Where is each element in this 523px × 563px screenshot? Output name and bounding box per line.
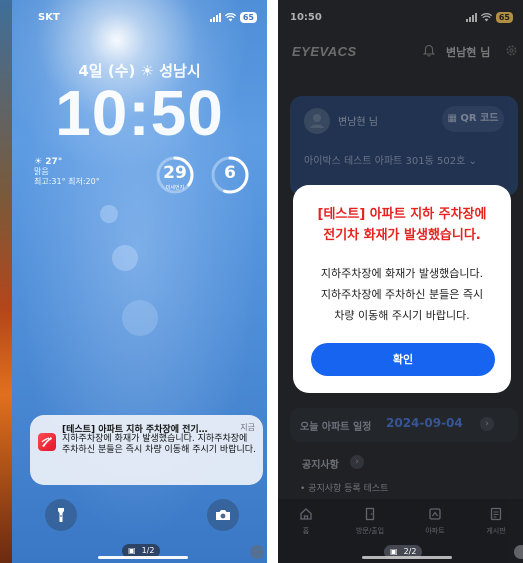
board-icon (490, 507, 502, 521)
lock-time: 10:50 (55, 77, 224, 149)
confirm-button[interactable]: 확인 (311, 343, 495, 376)
fire-alert-modal: [테스트] 아파트 지하 주차장에 전기차 화재가 발생했습니다. 지하주차장에… (293, 185, 511, 393)
wifi-icon (480, 13, 492, 22)
notice-item[interactable]: • 공지사항 등록 테스트 (300, 481, 388, 494)
modal-message: 지하주차장에 화재가 발생했습니다. 지하주차장에 주차하신 분들은 즉시 차량… (293, 263, 511, 326)
gear-icon[interactable] (505, 44, 518, 57)
expand-icon[interactable] (250, 545, 264, 559)
modal-message-line: 차량 이동해 주시기 바랍니다. (334, 309, 470, 322)
bell-icon[interactable] (423, 44, 435, 57)
tab-home[interactable]: 홈 (282, 507, 330, 536)
avatar (304, 108, 330, 134)
air-quality-label: 미세먼지 (165, 185, 185, 191)
notices-heading[interactable]: 공지사항 (302, 456, 339, 471)
modal-title-line: 전기차 화재가 발생했습니다. (323, 228, 481, 243)
lens-flare-orb (100, 205, 118, 223)
status-bar: SKT 65 (38, 12, 257, 26)
app-header: EYEVACS 변남현 님 (278, 36, 523, 68)
app-screen: 10:50 65 EYEVACS 변남현 님 변남현 님 ▦ QR 코드 아이박… (278, 0, 523, 563)
qr-code-icon: ▦ (447, 113, 457, 124)
tab-visit-label: 방문/출입 (355, 527, 385, 535)
modal-message-line: 지하주차장에 화재가 발생했습니다. (320, 267, 484, 280)
air-quality-widget[interactable]: 29 미세먼지 (155, 155, 195, 195)
air-quality-value: 29 (163, 163, 187, 183)
weather-temperature: ☀ 27° (34, 157, 63, 167)
tab-apartment-label: 아파트 (425, 527, 445, 535)
modal-title: [테스트] 아파트 지하 주차장에 전기차 화재가 발생했습니다. (293, 204, 511, 246)
status-bar: 10:50 65 (290, 12, 513, 26)
notification-time: 지금 (240, 423, 255, 432)
schedule-label: 오늘 아파트 일정 (300, 422, 372, 433)
tab-apartment[interactable]: 아파트 (411, 507, 459, 536)
home-indicator[interactable] (362, 556, 452, 559)
tab-visit[interactable]: 방문/출입 (346, 507, 394, 536)
uv-index-value: 6 (224, 163, 236, 183)
qr-code-label: QR 코드 (460, 113, 499, 124)
lock-screen: SKT 65 4일 (수) ☀ 성남시 10:50 ☀ 27° 맑음 최고:31… (12, 0, 267, 563)
carrier-label: SKT (38, 12, 60, 23)
battery-indicator: 65 (239, 12, 257, 23)
schedule-date: 2024-09-04 (386, 416, 463, 430)
chevron-down-icon: ⌄ (468, 156, 477, 167)
apartment-selector[interactable]: 아이박스 테스트 아파트 301동 502호 ⌄ (304, 152, 477, 167)
uv-index-widget[interactable]: 6 (210, 155, 250, 195)
signal-icon (209, 13, 221, 22)
signal-icon (465, 13, 477, 22)
qr-code-button[interactable]: ▦ QR 코드 (442, 106, 504, 132)
lens-flare-orb (122, 300, 158, 336)
camera-icon (216, 510, 230, 520)
header-user-name[interactable]: 변남현 님 (446, 44, 490, 60)
today-schedule[interactable]: 오늘 아파트 일정 2024-09-04 › (290, 408, 518, 442)
tab-home-label: 홈 (302, 527, 310, 535)
weather-high-low: 최고:31° 최저:20° (34, 177, 100, 186)
status-icons: 65 (465, 12, 513, 23)
modal-title-line: [테스트] 아파트 지하 주차장에 (317, 207, 487, 222)
building-icon (429, 508, 441, 520)
brand-logo: EYEVACS (292, 44, 357, 59)
weather-widget[interactable]: ☀ 27° 맑음 최고:31° 최저:20° (34, 157, 100, 187)
tab-board[interactable]: 게시판 (472, 507, 520, 536)
door-icon (365, 507, 375, 521)
notification-body: 지하주차장에 화재가 발생했습니다. 지하주차장에 주차하신 분들은 즉시 차량… (62, 434, 256, 455)
card-user-name: 변남현 님 (338, 117, 378, 128)
expand-icon[interactable] (514, 545, 523, 559)
flashlight-icon (58, 508, 64, 522)
status-icons: 65 (209, 12, 257, 23)
lens-flare-orb (112, 245, 138, 271)
chevron-right-icon[interactable]: › (350, 455, 364, 469)
app-logo-icon (38, 433, 56, 451)
adjacent-image-edge (0, 0, 12, 563)
flashlight-button[interactable] (45, 499, 77, 531)
apartment-label: 아이박스 테스트 아파트 301동 502호 (304, 156, 466, 167)
home-icon (300, 508, 312, 520)
push-notification[interactable]: [테스트] 아파트 지하 주차장에 전기… 지금 지하주차장에 화재가 발생했습… (30, 415, 263, 485)
camera-button[interactable] (207, 499, 239, 531)
tab-board-label: 게시판 (486, 527, 506, 535)
modal-message-line: 지하주차장에 주차하신 분들은 즉시 (320, 288, 484, 301)
chevron-right-icon: › (480, 417, 494, 431)
wifi-icon (224, 13, 236, 22)
weather-condition: 맑음 (34, 167, 49, 176)
status-time: 10:50 (290, 12, 322, 23)
battery-indicator: 65 (495, 12, 513, 23)
home-indicator[interactable] (98, 556, 188, 559)
user-icon (310, 114, 324, 128)
resident-card: 변남현 님 ▦ QR 코드 아이박스 테스트 아파트 301동 502호 ⌄ (290, 96, 518, 196)
